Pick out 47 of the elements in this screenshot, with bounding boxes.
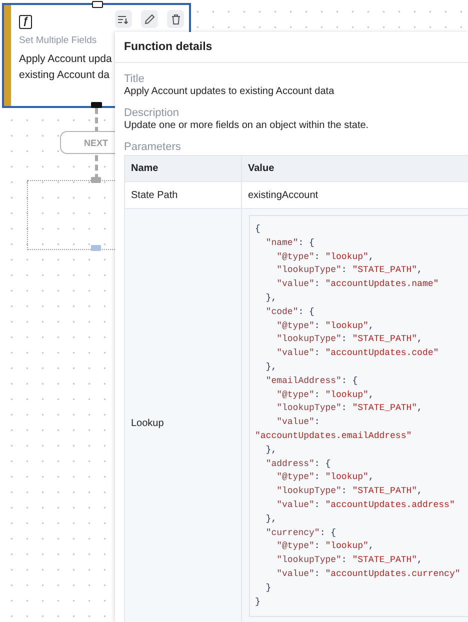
sort-button[interactable] — [115, 10, 132, 28]
code-line: "value": — [276, 416, 321, 430]
edit-button[interactable] — [141, 10, 158, 28]
function-icon: ƒ — [19, 15, 32, 29]
code-line: }, — [264, 444, 278, 457]
pencil-icon — [144, 14, 155, 24]
code-line: "@type": "lookup", — [276, 471, 375, 484]
trash-icon — [170, 14, 180, 24]
code-line: "value": "accountUpdates.address" — [276, 498, 456, 512]
code-line: "@type": "lookup", — [276, 388, 375, 402]
code-line: "name": { — [264, 236, 316, 250]
connector-handle[interactable] — [91, 177, 101, 183]
code-line: "currency": { — [264, 526, 338, 540]
code-line: "value": "accountUpdates.name" — [276, 278, 440, 292]
code-line: "lookupType": "STATE_PATH", — [276, 264, 424, 278]
node-handle[interactable] — [92, 1, 103, 8]
code-line: "lookupType": "STATE_PATH", — [276, 485, 424, 498]
code-line: "lookupType": "STATE_PATH", — [276, 402, 424, 416]
node-handle[interactable] — [91, 102, 102, 108]
section-heading: Description — [124, 106, 180, 120]
code-line: }, — [264, 512, 278, 526]
code-line: "address": { — [264, 458, 332, 471]
code-line: "@type": "lookup", — [276, 320, 375, 333]
delete-button[interactable] — [167, 10, 184, 28]
node-title: existing Account da — [19, 68, 110, 83]
code-line: "@type": "lookup", — [276, 250, 375, 264]
code-line: }, — [264, 292, 278, 305]
table-cell: Lookup — [124, 208, 242, 622]
code-line: } — [264, 582, 272, 595]
code-line: "accountUpdates.emailAddress" — [255, 430, 413, 443]
code-line: "lookupType": "STATE_PATH", — [276, 333, 424, 346]
node-title: Apply Account upda — [19, 52, 112, 67]
code-line: "code": { — [264, 306, 316, 319]
code-line: "@type": "lookup", — [276, 540, 375, 554]
section-heading: Title — [124, 72, 146, 86]
section-text: Update one or more fields on an object within the state. — [124, 120, 370, 132]
code-line: "value": "accountUpdates.code" — [276, 347, 440, 360]
code-line: "lookupType": "STATE_PATH", — [276, 554, 424, 568]
column-header: Name — [124, 156, 242, 182]
code-line: } — [255, 596, 262, 609]
column-header: Value — [242, 156, 468, 182]
code-line: }, — [264, 360, 278, 374]
code-line: "value": "accountUpdates.currency" — [276, 568, 462, 581]
sort-icon — [118, 14, 129, 24]
connector-handle[interactable] — [91, 245, 101, 251]
code-line: { — [255, 223, 262, 236]
code-line: "emailAddress": { — [264, 374, 359, 388]
